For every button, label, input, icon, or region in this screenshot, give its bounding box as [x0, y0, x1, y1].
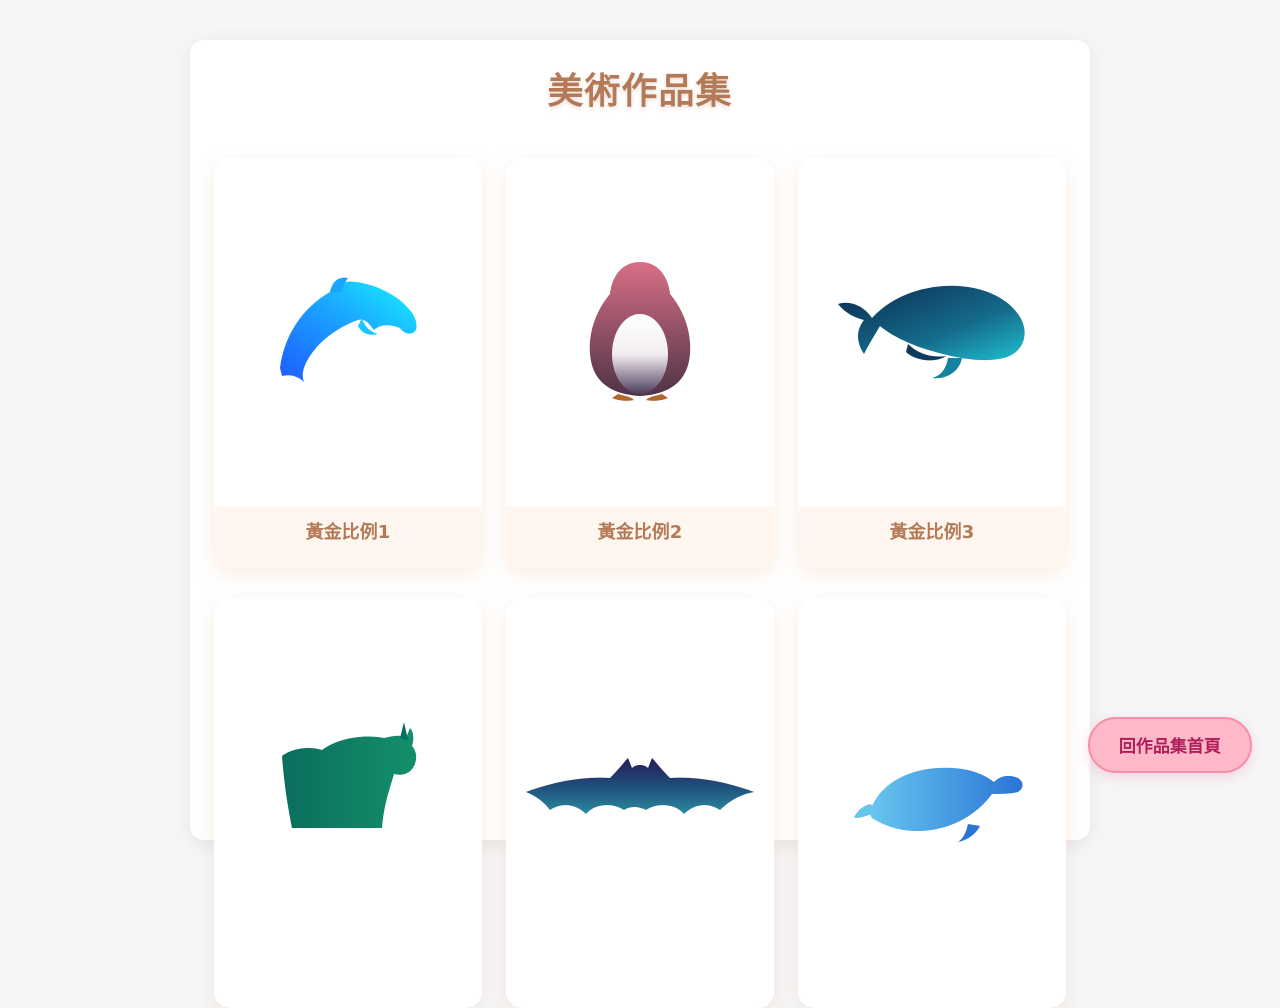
- dolphin-icon: [214, 158, 482, 506]
- whale-icon: [798, 158, 1066, 506]
- back-to-gallery-home-button[interactable]: 回作品集首頁: [1088, 717, 1252, 773]
- gallery-card-3[interactable]: 黃金比例3: [798, 158, 1066, 568]
- gallery-card-5[interactable]: [506, 598, 774, 1008]
- gallery-card-6[interactable]: [798, 598, 1066, 1008]
- card-caption: 黃金比例1: [214, 506, 482, 568]
- card-caption: 黃金比例3: [798, 506, 1066, 568]
- bat-icon: [506, 598, 774, 946]
- gallery-card-4[interactable]: [214, 598, 482, 1008]
- card-caption: 黃金比例2: [506, 506, 774, 568]
- gallery-card-1[interactable]: 黃金比例1: [214, 158, 482, 568]
- page-title: 美術作品集: [547, 71, 733, 112]
- turtle-icon: [798, 598, 1066, 946]
- rhino-icon: [214, 598, 482, 946]
- gallery-panel: 美術作品集 黃金比例1 黃金比例2 黃金比例3: [190, 40, 1090, 1008]
- penguin-icon: [506, 158, 774, 506]
- gallery-card-2[interactable]: 黃金比例2: [506, 158, 774, 568]
